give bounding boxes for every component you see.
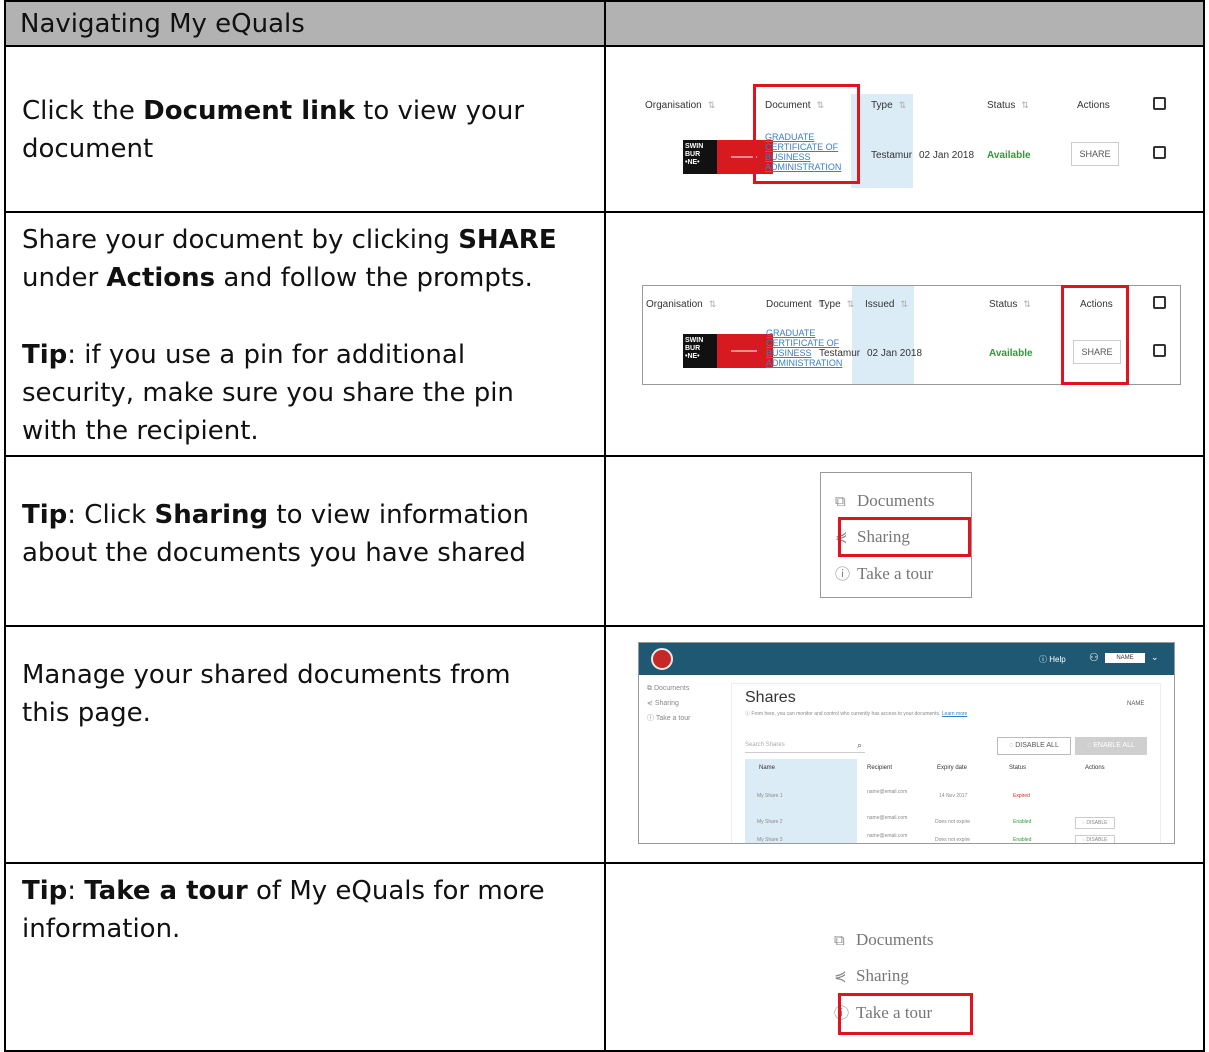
side-item-documents[interactable]: ⧉ Documents [647,685,689,693]
menu-item-sharing[interactable]: ⋞ Sharing [834,966,909,986]
info-icon: ⓘ [835,567,851,583]
issued-date: 02 Jan 2018 [867,348,923,359]
share-row-name: My Share 1 [757,793,783,799]
documents-icon: ⧉ [834,933,845,949]
tour-highlight [838,993,973,1035]
app-logo [651,648,673,670]
column-header-issued[interactable]: Issued ⇅ [865,299,908,310]
col-name[interactable]: Name [759,765,775,771]
table-border-left [4,0,6,1051]
name-sort-button[interactable]: NAME [1127,701,1144,707]
menu-item-documents[interactable]: ⧉ Documents [834,930,933,950]
instruction-document-link: Click the Document link to view your doc… [22,92,562,168]
emphasis-text: Tip [22,876,68,906]
user-menu[interactable]: NAME [1105,653,1145,663]
column-header-organisation[interactable]: Organisation ⇅ [645,100,715,111]
body-text: Manage your shared documents from this p… [22,660,511,728]
body-text: under [22,263,107,293]
column-header-status[interactable]: Status ⇅ [989,299,1031,310]
share-row-recipient: name@email.com [867,815,908,821]
share-row-recipient: name@email.com [867,789,908,795]
disable-share-button[interactable]: ◌ DISABLE [1075,817,1115,829]
body-text: : [67,876,85,906]
col-status[interactable]: Status [1009,765,1026,771]
body-text: : if you use a pin for additional securi… [22,340,514,446]
help-link[interactable]: ⓘ Help [1039,654,1066,665]
share-row-expiry: Does not expire [935,819,971,825]
disable-all-button[interactable]: ◌ DISABLE ALL [997,737,1071,755]
enable-all-button[interactable]: ◌ ENABLE ALL [1075,737,1147,755]
share-action-highlight [1061,285,1129,385]
share-row-name: My Share 3 [757,837,783,843]
table-title: Navigating My eQuals [20,9,305,39]
share-row-status: Enabled [1013,819,1032,825]
emphasis-text: Tip [22,500,68,530]
body-text: Share your document by clicking [22,225,459,255]
share-row-name: My Share 2 [757,819,783,825]
share-row-recipient: name@email.com [867,833,908,839]
tip-take-a-tour: Tip: Take a tour of My eQuals for more i… [22,872,562,948]
share-row-expiry: 14 Nov 2017 [939,793,968,799]
emphasis-text: Take a tour [84,876,248,906]
search-icon: ⌕ [857,740,863,750]
status-available: Available [987,150,1031,161]
share-row-status: Enabled [1013,837,1032,843]
organisation-logo: SWIN BUR •NE• [683,334,773,368]
menu-item-documents[interactable]: ⧉ Documents [835,491,934,511]
sharing-highlight [838,517,971,557]
body-text: Click the [22,96,144,126]
tip-pin: Tip: if you use a pin for additional sec… [22,336,562,450]
side-item-tour[interactable]: ⓘ Take a tour [647,713,690,723]
column-header-type[interactable]: Type ⇅ [871,100,906,111]
share-row-status: Expired [1013,793,1030,799]
tip-sharing: Tip: Click Sharing to view information a… [22,496,582,572]
search-input[interactable]: Search Shares ⌕ [745,739,865,753]
share-button[interactable]: SHARE [1071,142,1119,166]
table-border-right [1203,0,1205,1051]
disable-share-button[interactable]: ◌ DISABLE [1075,835,1115,843]
column-divider [604,0,606,1051]
side-item-sharing[interactable]: ⋞ Sharing [647,699,679,707]
status-available: Available [989,348,1033,359]
menu-item-tour[interactable]: ⓘ Take a tour [835,563,933,584]
row-checkbox[interactable] [1153,146,1166,159]
instruction-share: Share your document by clicking SHARE un… [22,221,582,297]
emphasis-text: Actions [106,263,216,293]
share-row-expiry: Does not expire [935,837,971,843]
column-header-organisation[interactable]: Organisation ⇅ [646,299,716,310]
document-link-highlight [753,84,860,184]
share-icon: ⋞ [834,969,847,985]
document-table-screenshot: Organisation ⇅ Document ⇅ Type ⇅ Status ⇅ Ac… [637,80,1177,188]
documents-icon: ⧉ [835,494,846,510]
emphasis-text: Tip [22,340,68,370]
help-icon: ⓘ [1039,655,1050,664]
column-header-status[interactable]: Status ⇅ [987,100,1029,111]
shares-info-text: ⓘ From here, you can monitor and control… [745,711,968,717]
column-header-type[interactable]: Type ⇅ [819,299,854,310]
body-text: and follow the prompts. [215,263,533,293]
row-checkbox[interactable] [1153,344,1166,357]
col-actions: Actions [1085,765,1105,771]
emphasis-text: SHARE [458,225,557,255]
select-all-checkbox[interactable] [1153,97,1166,110]
column-header-document[interactable]: Document ⇅ [766,299,825,310]
page-title: Shares [745,689,796,706]
column-header-actions: Actions [1077,100,1110,111]
document-type: Testamur [819,348,861,359]
emphasis-text: Document link [143,96,355,126]
user-icon: ⚇ [1089,652,1099,664]
document-type: Testamur [871,150,913,161]
name-column-highlight [745,759,857,843]
col-expiry[interactable]: Expiry date [937,765,967,771]
select-all-checkbox[interactable] [1153,296,1166,309]
emphasis-text: Sharing [154,500,269,530]
app-top-bar: ⓘ Help ⚇ NAME ⌄ [639,643,1174,675]
instruction-manage-shares: Manage your shared documents from this p… [22,656,562,732]
shares-page-screenshot: ⓘ Help ⚇ NAME ⌄ ⧉ Documents ⋞ Sharing ⓘ … [638,642,1175,844]
issued-date: 02 Jan 2018 [919,150,975,161]
chevron-down-icon[interactable]: ⌄ [1151,652,1159,663]
body-text: : Click [67,500,155,530]
col-recipient[interactable]: Recipient [867,765,892,771]
